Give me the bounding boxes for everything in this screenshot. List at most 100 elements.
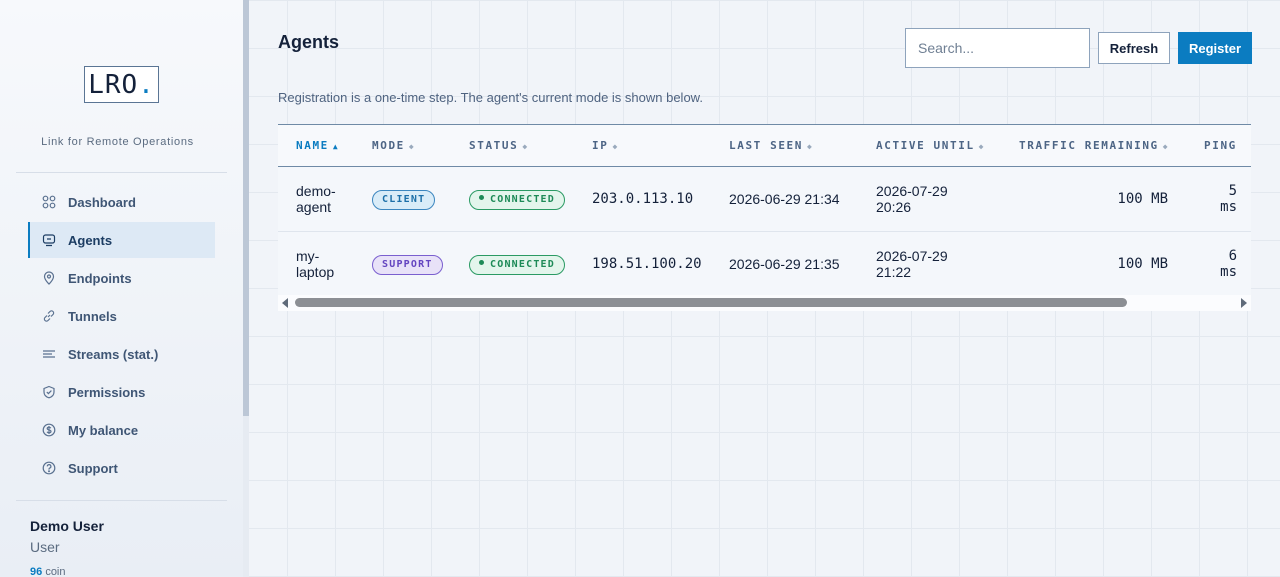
sort-icon: ◆ [522,142,529,151]
sort-asc-icon: ▲ [332,142,340,151]
status-label: CONNECTED [490,193,555,205]
scrollbar-thumb[interactable] [295,298,1127,307]
cell-ping: 6 ms [1186,232,1251,297]
sidebar-item-dashboard[interactable]: Dashboard [28,184,215,220]
ping-value: 6 [1228,248,1237,264]
column-header-traffic[interactable]: TRAFFIC REMAINING ◆ [1001,125,1186,167]
sort-icon: ◆ [807,142,814,151]
cell-name: my-laptop [278,232,354,297]
column-header-label: ACTIVE UNTIL [876,139,975,152]
sort-icon: ◆ [408,142,416,151]
column-header-label: PING [1204,139,1237,152]
column-header-last-seen[interactable]: LAST SEEN ◆ [711,125,858,167]
sidebar-item-endpoints[interactable]: Endpoints [28,260,215,296]
column-header-name[interactable]: NAME ▲ [278,125,354,167]
app-tagline: Link for Remote Operations [41,136,194,148]
location-pin-icon [42,271,56,285]
shield-icon [42,385,56,399]
sidebar-item-label: Endpoints [68,270,132,286]
sidebar-nav: Dashboard Agents Endpoints Tunnels Strea… [28,184,215,488]
column-header-label: TRAFFIC REMAINING [1019,139,1159,152]
ping-value: 5 [1228,183,1237,199]
link-icon [42,309,56,323]
user-name: Demo User [30,518,104,534]
column-header-ping[interactable]: PING [1186,125,1251,167]
column-header-label: NAME [296,139,329,152]
column-header-status[interactable]: STATUS ◆ [451,125,574,167]
logo-text: LRO [88,69,139,100]
user-balance: 96 coin [30,566,66,577]
scroll-right-icon[interactable] [1241,298,1247,308]
sidebar-item-label: Support [68,460,118,476]
agent-name-part: my- [296,248,320,264]
agent-name-part: laptop [296,264,335,280]
sidebar-item-label: Agents [68,232,113,248]
status-badge: CONNECTED [469,254,565,275]
streams-icon [42,347,56,361]
column-header-active-until[interactable]: ACTIVE UNTIL ◆ [858,125,1001,167]
column-header-mode[interactable]: MODE ◆ [354,125,451,167]
sidebar-item-label: Permissions [68,384,146,400]
column-header-label: IP [592,139,609,152]
status-badge: CONNECTED [469,189,565,210]
sidebar-item-support[interactable]: Support [28,450,215,486]
table-horizontal-scrollbar[interactable] [278,295,1251,311]
app-logo[interactable]: LRO. [84,66,159,103]
logo-dot: . [138,69,155,100]
table-header-row: NAME ▲ MODE ◆ STATUS ◆ IP ◆ LAST SEEN ◆ ACTIV… [278,124,1251,167]
sidebar-item-balance[interactable]: My balance [28,412,215,448]
sidebar-item-agents[interactable]: Agents [28,222,215,258]
ping-unit: ms [1220,264,1237,280]
column-header-ip[interactable]: IP ◆ [574,125,711,167]
ping-unit: ms [1220,199,1237,215]
sidebar: LRO. Link for Remote Operations Dashboar… [0,0,243,577]
table-row[interactable]: demo-agent CLIENT CONNECTED 203.0.113.10… [278,167,1251,232]
search-input[interactable] [905,28,1090,68]
sidebar-item-tunnels[interactable]: Tunnels [28,298,215,334]
sidebar-item-label: My balance [68,422,139,438]
cell-active-until: 2026-07-29 21:22 [858,232,1001,297]
active-until-time: 21:22 [876,264,912,280]
cell-ip: 203.0.113.10 [592,191,694,207]
cell-status: CONNECTED [451,167,574,232]
agents-table: NAME ▲ MODE ◆ STATUS ◆ IP ◆ LAST SEEN ◆ ACTIV… [278,124,1251,297]
balance-unit: coin [45,566,66,577]
cell-status: CONNECTED [451,232,574,297]
cell-ip: 198.51.100.20 [592,256,702,272]
agent-icon [42,233,56,247]
status-label: CONNECTED [490,258,555,270]
sidebar-item-streams[interactable]: Streams (stat.) [28,336,215,372]
sidebar-item-permissions[interactable]: Permissions [28,374,215,410]
table-row[interactable]: my-laptop SUPPORT CONNECTED 198.51.100.2… [278,232,1251,297]
cell-ping: 5 ms [1186,167,1251,232]
cell-mode: CLIENT [354,167,451,232]
register-button[interactable]: Register [1178,32,1252,64]
active-until-time: 20:26 [876,199,912,215]
status-dot-icon [479,260,484,265]
active-until-date: 2026-07-29 [876,248,948,264]
status-dot-icon [479,195,484,200]
dollar-icon [42,423,56,437]
active-until-date: 2026-07-29 [876,183,948,199]
cell-traffic: 100 MB [1117,191,1168,207]
agent-name-part: agent [296,199,332,215]
sidebar-item-label: Streams (stat.) [68,346,159,362]
registration-note: Registration is a one-time step. The age… [278,90,703,105]
sidebar-item-label: Tunnels [68,308,117,324]
column-header-label: STATUS [469,139,519,152]
help-icon [42,461,56,475]
mode-badge: CLIENT [372,189,436,210]
sort-icon: ◆ [978,142,986,151]
agents-table-container: NAME ▲ MODE ◆ STATUS ◆ IP ◆ LAST SEEN ◆ ACTIV… [278,124,1251,297]
sort-icon: ◆ [612,142,619,151]
mode-badge: SUPPORT [372,254,443,275]
sort-icon: ◆ [1162,142,1170,151]
scroll-left-icon[interactable] [282,298,288,308]
refresh-button[interactable]: Refresh [1098,32,1170,64]
cell-last-seen: 2026-06-29 21:35 [729,256,840,272]
sidebar-divider [16,172,227,173]
column-header-label: LAST SEEN [729,139,804,152]
grid-icon [42,195,56,209]
cell-last-seen: 2026-06-29 21:34 [729,191,840,207]
cell-mode: SUPPORT [354,232,451,297]
